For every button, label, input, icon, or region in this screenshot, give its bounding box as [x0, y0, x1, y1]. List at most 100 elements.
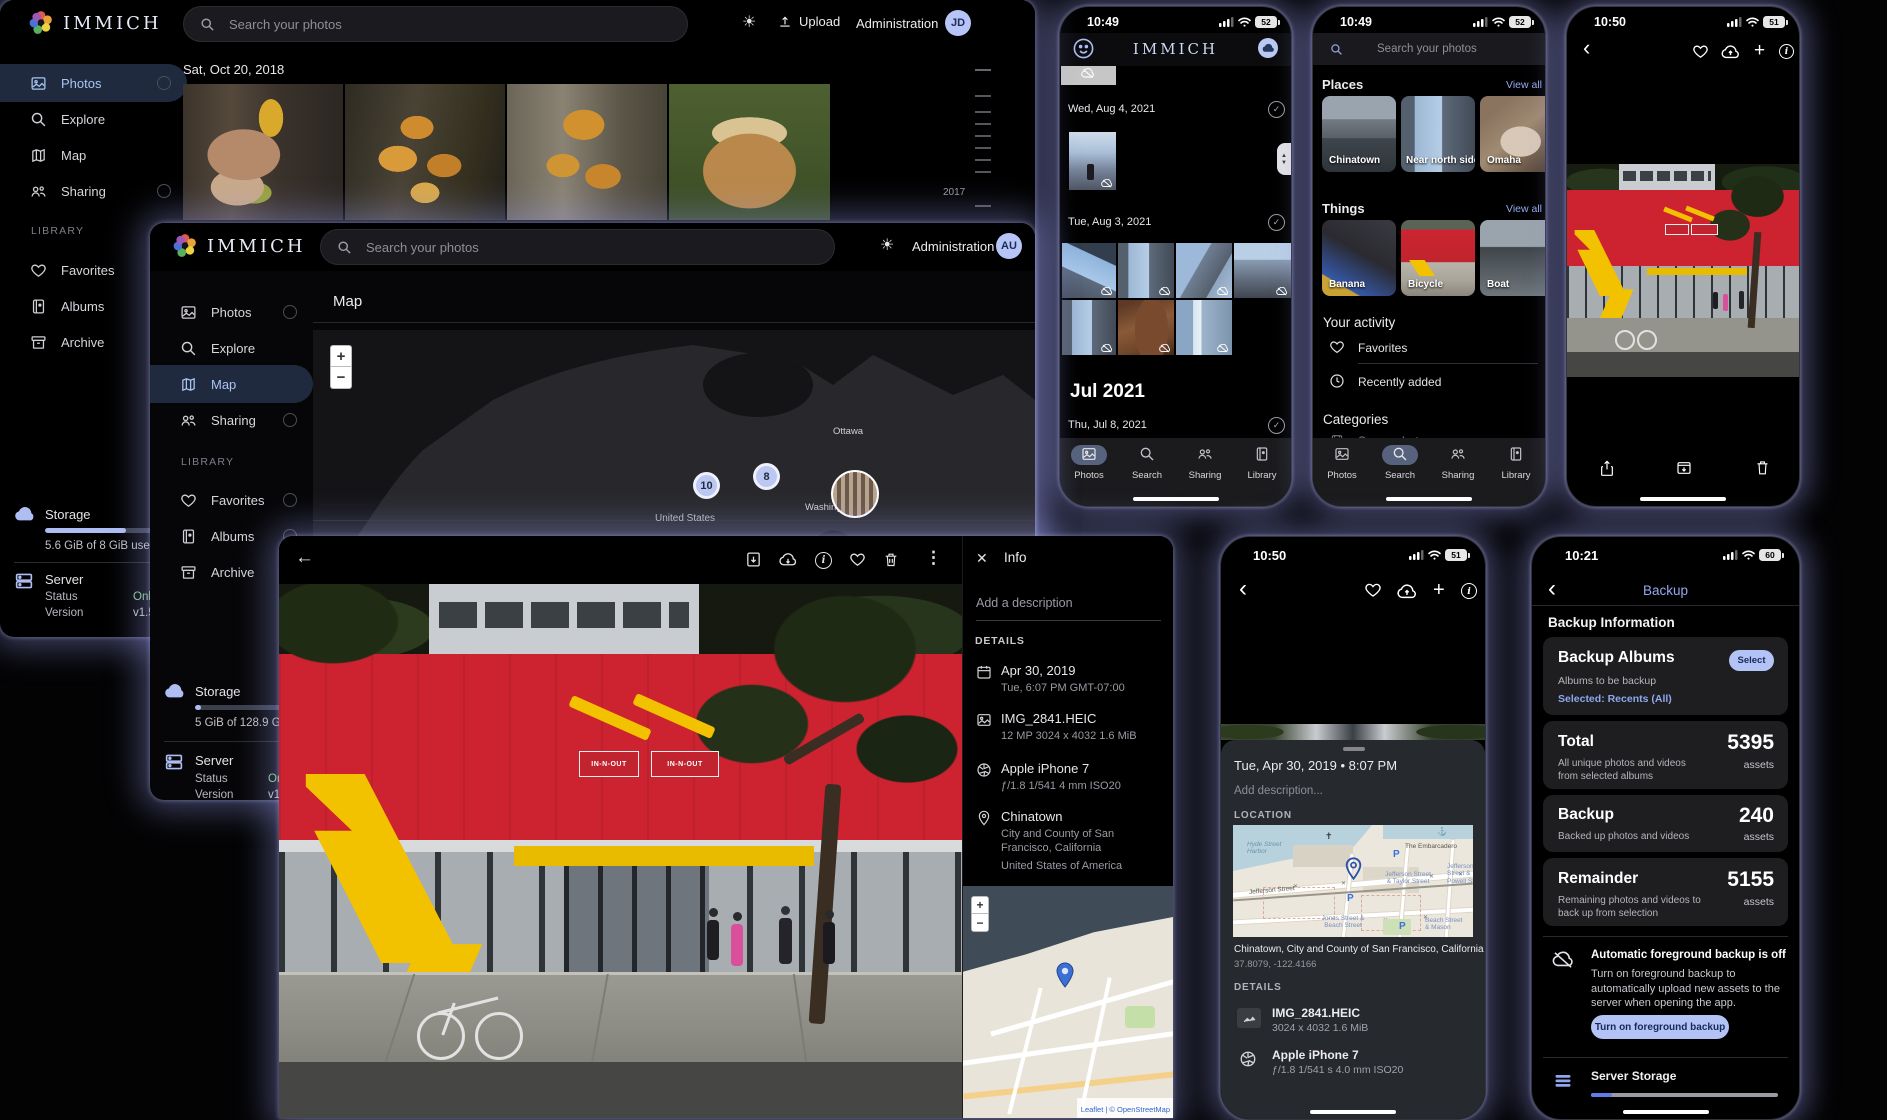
- delete-trash-icon[interactable]: [883, 551, 899, 568]
- theme-toggle-sun-icon[interactable]: ☀: [742, 12, 756, 32]
- sidebar-item-sharing[interactable]: Sharing: [150, 401, 313, 439]
- sidebar-item-map[interactable]: Map: [150, 365, 313, 403]
- administration-link[interactable]: Administration: [912, 239, 994, 254]
- sidebar-item-favorites[interactable]: Favorites: [150, 481, 313, 519]
- detail-row-date[interactable]: Apr 30, 2019 Tue, 6:07 PM GMT-07:00: [1001, 663, 1161, 695]
- place-card[interactable]: Chinatown: [1322, 96, 1396, 172]
- administration-link[interactable]: Administration: [856, 16, 938, 31]
- photo-thumbnail[interactable]: [1176, 300, 1232, 355]
- view-all-link[interactable]: View all: [1506, 203, 1542, 215]
- info-icon[interactable]: i: [1461, 583, 1477, 599]
- select-group-icon[interactable]: ✓: [1268, 101, 1285, 118]
- select-group-icon[interactable]: ✓: [1268, 214, 1285, 231]
- archive-icon[interactable]: [1676, 460, 1692, 476]
- favorite-heart-icon[interactable]: [1364, 581, 1382, 599]
- activity-recently-added[interactable]: Recently added: [1358, 375, 1441, 389]
- sidebar-item-photos[interactable]: Photos: [150, 293, 313, 331]
- info-mini-map[interactable]: + − Leaflet | © OpenStreetMap: [963, 886, 1173, 1118]
- photo-thumbnail[interactable]: [1062, 243, 1116, 298]
- back-chevron-icon[interactable]: ‹: [1239, 577, 1247, 601]
- search-bar[interactable]: Search your photos: [1313, 33, 1545, 65]
- immich-logo[interactable]: IMMICH: [28, 10, 162, 36]
- timeline-scroll-handle[interactable]: ▲▼: [1277, 143, 1291, 175]
- add-plus-icon[interactable]: +: [1754, 40, 1765, 62]
- sidebar-item-map[interactable]: Map: [0, 136, 187, 174]
- photo-thumbnail[interactable]: [183, 84, 343, 220]
- photo-thumbnail[interactable]: [1118, 243, 1174, 298]
- sidebar-item-explore[interactable]: Explore: [0, 100, 187, 138]
- view-all-link[interactable]: View all: [1506, 79, 1542, 91]
- detail-bottom-sheet[interactable]: Tue, Apr 30, 2019 • 8:07 PM Add descript…: [1221, 740, 1485, 1119]
- search-input[interactable]: [227, 16, 671, 33]
- back-icon[interactable]: ←: [295, 547, 314, 569]
- photo-thumbnail[interactable]: [1061, 66, 1116, 85]
- nav-sharing[interactable]: Sharing: [1176, 446, 1234, 481]
- info-icon[interactable]: i: [815, 552, 832, 569]
- nav-photos[interactable]: Photos: [1313, 446, 1371, 481]
- place-card[interactable]: Near north side: [1401, 96, 1475, 172]
- zoom-out-button[interactable]: −: [330, 367, 352, 389]
- back-chevron-icon[interactable]: ‹: [1583, 37, 1590, 59]
- avatar[interactable]: AU: [996, 233, 1022, 259]
- theme-toggle-sun-icon[interactable]: ☀: [880, 235, 894, 255]
- sheet-drag-handle[interactable]: [1343, 747, 1365, 751]
- search-bar[interactable]: [183, 6, 688, 42]
- nav-photos[interactable]: Photos: [1060, 446, 1118, 481]
- thing-card[interactable]: Bicycle: [1401, 220, 1475, 296]
- immich-logo[interactable]: IMMICH: [172, 233, 306, 259]
- description-input[interactable]: Add a description: [976, 596, 1073, 610]
- viewer-photo[interactable]: [1567, 164, 1799, 377]
- viewer-photo[interactable]: IN-N-OUT IN-N-OUT: [279, 584, 962, 1118]
- detail-row-location[interactable]: Chinatown City and County of San Francis…: [1001, 809, 1159, 873]
- favorite-heart-icon[interactable]: [1692, 43, 1709, 60]
- location-map[interactable]: ✕ ✕ ✕ ✕ ✕ ✕ Hyde Street Harbor Jefferson…: [1233, 825, 1473, 937]
- nav-library[interactable]: Library: [1487, 446, 1545, 481]
- viewer-photo[interactable]: [1221, 724, 1485, 740]
- photo-thumbnail[interactable]: [507, 84, 667, 220]
- profile-backup-icon[interactable]: [1258, 38, 1278, 58]
- nav-search[interactable]: Search: [1118, 446, 1176, 481]
- zoom-out-button[interactable]: −: [971, 914, 989, 932]
- photo-thumbnail[interactable]: [1118, 300, 1174, 355]
- photo-thumbnail[interactable]: [669, 84, 830, 220]
- thing-card[interactable]: Banana: [1322, 220, 1396, 296]
- turn-on-backup-button[interactable]: Turn on foreground backup: [1591, 1015, 1729, 1039]
- nav-library[interactable]: Library: [1233, 446, 1291, 481]
- sidebar-item-photos[interactable]: Photos: [0, 64, 187, 102]
- photo-thumbnail[interactable]: [1176, 243, 1232, 298]
- upload-button[interactable]: Upload: [778, 14, 840, 29]
- timeline-scrubber[interactable]: 2017: [935, 55, 1025, 235]
- share-icon[interactable]: [1599, 459, 1615, 477]
- thing-card[interactable]: Boat: [1480, 220, 1546, 296]
- photo-thumbnail[interactable]: [1234, 243, 1291, 298]
- map-cluster-marker[interactable]: 8: [753, 463, 780, 490]
- more-options-icon[interactable]: ⋮: [925, 548, 942, 568]
- map-photo-marker[interactable]: [831, 470, 879, 518]
- sidebar-item-sharing[interactable]: Sharing: [0, 172, 187, 210]
- download-cloud-icon[interactable]: [779, 552, 797, 567]
- upload-cloud-icon[interactable]: [1397, 584, 1417, 599]
- close-icon[interactable]: ✕: [976, 550, 988, 567]
- archive-icon[interactable]: [745, 551, 762, 568]
- zoom-in-button[interactable]: +: [330, 345, 352, 367]
- nav-search[interactable]: Search: [1371, 446, 1429, 481]
- favorite-heart-icon[interactable]: [849, 551, 866, 568]
- select-button[interactable]: Select: [1729, 650, 1774, 671]
- description-input[interactable]: Add description...: [1234, 785, 1323, 797]
- photo-thumbnail[interactable]: [1062, 300, 1116, 355]
- info-icon[interactable]: i: [1779, 44, 1794, 59]
- nav-sharing[interactable]: Sharing: [1429, 446, 1487, 481]
- place-card[interactable]: Omaha: [1480, 96, 1546, 172]
- avatar[interactable]: JD: [945, 10, 971, 36]
- delete-trash-icon[interactable]: [1755, 459, 1770, 476]
- photo-thumbnail[interactable]: [1069, 132, 1116, 190]
- zoom-in-button[interactable]: +: [971, 896, 989, 914]
- activity-favorites[interactable]: Favorites: [1358, 341, 1407, 355]
- search-input[interactable]: [364, 239, 818, 256]
- map-cluster-marker[interactable]: 10: [693, 472, 720, 499]
- sidebar-item-explore[interactable]: Explore: [150, 329, 313, 367]
- photo-thumbnail[interactable]: [345, 84, 505, 220]
- upload-cloud-icon[interactable]: [1721, 45, 1740, 59]
- add-plus-icon[interactable]: +: [1433, 579, 1445, 602]
- search-bar[interactable]: [320, 229, 835, 265]
